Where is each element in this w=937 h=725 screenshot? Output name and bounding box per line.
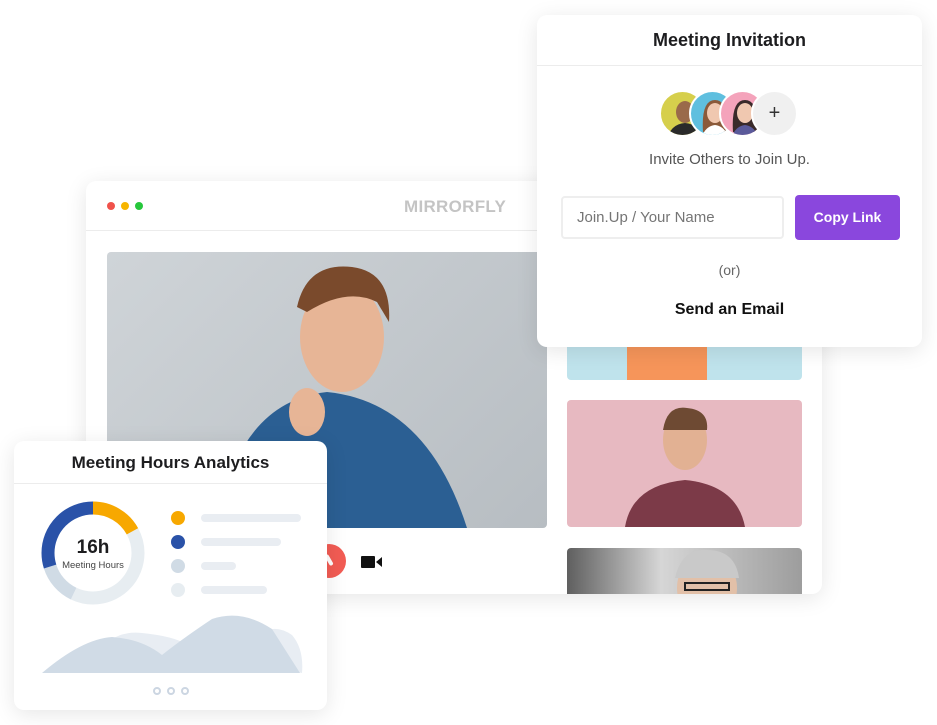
invite-subtitle: Invite Others to Join Up. (649, 151, 810, 168)
video-camera-button[interactable] (361, 555, 383, 569)
close-window-dot[interactable] (107, 202, 115, 210)
add-participant-button[interactable]: + (751, 90, 798, 137)
video-camera-icon (361, 556, 382, 568)
legend-dot (171, 583, 185, 597)
invitation-title: Meeting Invitation (537, 15, 922, 66)
legend-dot (171, 559, 185, 573)
legend-dot (171, 535, 185, 549)
copy-link-button[interactable]: Copy Link (795, 195, 900, 240)
legend-bar (201, 538, 281, 546)
donut-label: Meeting Hours (62, 560, 124, 571)
participant-video-2 (567, 400, 802, 527)
send-email-link[interactable]: Send an Email (537, 301, 922, 319)
maximize-window-dot[interactable] (135, 202, 143, 210)
minimize-window-dot[interactable] (121, 202, 129, 210)
pagination-dot[interactable] (181, 687, 189, 695)
plus-icon: + (768, 102, 781, 124)
brand-logo: MIRRORFLY (404, 197, 507, 216)
pagination-dot[interactable] (167, 687, 175, 695)
area-chart-illustration (42, 615, 303, 673)
pagination-dot[interactable] (153, 687, 161, 695)
meeting-link-input[interactable] (561, 196, 784, 239)
legend-dot (171, 511, 185, 525)
analytics-title: Meeting Hours Analytics (14, 441, 327, 484)
legend-bar (201, 586, 267, 594)
donut-value: 16h (76, 537, 110, 558)
participant-video-3 (567, 548, 802, 594)
or-separator: (or) (718, 262, 741, 278)
meeting-invitation-card: Meeting Invitation + Invite Others to Jo… (537, 15, 922, 347)
legend-bar (201, 514, 301, 522)
meeting-hours-analytics-card: Meeting Hours Analytics 16h Meeting Hour… (14, 441, 327, 710)
legend-bar (201, 562, 236, 570)
